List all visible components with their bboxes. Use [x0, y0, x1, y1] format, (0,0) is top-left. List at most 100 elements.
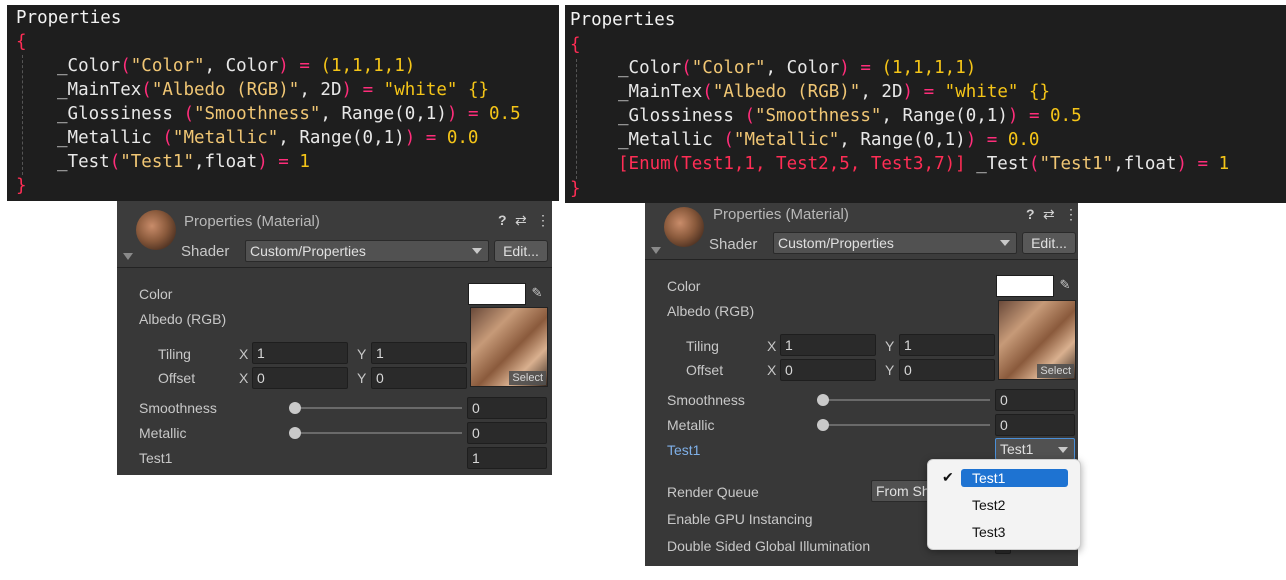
eyedropper-icon[interactable]: ✎	[1056, 276, 1074, 294]
property-name: _Color	[618, 58, 682, 78]
smoothness-slider-handle[interactable]	[289, 402, 301, 414]
paren: )	[1007, 106, 1019, 126]
left-material-inspector: Properties (Material) ? ⇄ ⋮ Shader Custo…	[117, 201, 552, 475]
metallic-field[interactable]: 0	[467, 422, 547, 444]
code-title: Properties	[570, 10, 676, 30]
menu-item-test3[interactable]: Test3	[972, 524, 1005, 540]
equals: =	[976, 130, 1008, 150]
display-name-string: "Color"	[691, 58, 766, 78]
albedo-texture-slot[interactable]: Select	[998, 300, 1076, 380]
texture-select-button[interactable]: Select	[509, 371, 546, 385]
display-name-string: "Color"	[130, 56, 205, 76]
code-line: _Color("Color", Color) = (1,1,1,1)	[618, 56, 976, 80]
display-name-string: "Metallic"	[733, 130, 840, 150]
inspector-title: Properties (Material)	[713, 206, 849, 223]
menu-item-test1[interactable]: Test1	[972, 470, 1005, 486]
paren: (	[183, 104, 194, 124]
paren: (	[681, 58, 692, 78]
property-name: _Color	[57, 56, 121, 76]
tiling-y-field[interactable]: 1	[899, 334, 995, 356]
property-type: , Range(0,1)	[881, 106, 1008, 126]
inspector-header: Properties (Material) ? ⇄ ⋮ Shader Custo…	[117, 201, 552, 268]
default-value: "white" {}	[944, 82, 1051, 102]
property-name: _Metallic	[618, 130, 724, 150]
smoothness-slider-track[interactable]	[294, 407, 462, 409]
default-value: (1,1,1,1)	[881, 58, 977, 78]
code-open-brace: {	[16, 32, 27, 52]
tiling-y-label: Y	[885, 338, 895, 354]
default-value: 0.0	[446, 128, 479, 148]
color-swatch[interactable]	[996, 275, 1054, 297]
context-menu-icon[interactable]: ⋮	[1064, 206, 1078, 223]
tiling-x-field[interactable]: 1	[780, 334, 876, 356]
right-code-panel: Properties { _Color("Color", Color) = (1…	[565, 5, 1286, 203]
tiling-y-field[interactable]: 1	[371, 342, 467, 364]
metallic-slider-track[interactable]	[822, 424, 990, 426]
material-preview-icon	[664, 207, 704, 247]
metallic-field[interactable]: 0	[995, 414, 1075, 436]
property-type: , Range(0,1)	[320, 104, 447, 124]
foldout-arrow-icon[interactable]	[123, 253, 133, 260]
tiling-label: Tiling	[686, 338, 719, 354]
gpu-instancing-label: Enable GPU Instancing	[667, 511, 813, 527]
eyedropper-icon[interactable]: ✎	[528, 284, 546, 302]
equals: =	[267, 152, 300, 172]
albedo-texture-slot[interactable]: Select	[470, 307, 548, 387]
preset-settings-icon[interactable]: ⇄	[515, 212, 527, 229]
smoothness-slider-track[interactable]	[822, 399, 990, 401]
left-code-panel: Properties { _Color("Color", Color) = (1…	[7, 5, 559, 201]
equals: =	[913, 82, 945, 102]
offset-x-field[interactable]: 0	[780, 359, 876, 381]
paren: )	[341, 80, 353, 100]
menu-item-test2[interactable]: Test2	[972, 497, 1005, 513]
tiling-x-field[interactable]: 1	[252, 342, 348, 364]
enum-dropdown-menu: ✔ Test1 Test2 Test3	[927, 459, 1081, 550]
tiling-label: Tiling	[158, 346, 191, 362]
offset-y-field[interactable]: 0	[899, 359, 995, 381]
code-title: Properties	[16, 8, 122, 28]
paren: )	[839, 58, 850, 78]
checkmark-icon: ✔	[942, 469, 954, 485]
shader-dropdown[interactable]: Custom/Properties	[245, 240, 489, 262]
paren: )	[965, 130, 977, 150]
smoothness-field[interactable]: 0	[995, 389, 1075, 411]
smoothness-field[interactable]: 0	[467, 397, 547, 419]
paren: )	[902, 82, 914, 102]
code-line: _Glossiness ("Smoothness", Range(0,1)) =…	[57, 102, 521, 126]
offset-y-field[interactable]: 0	[371, 367, 467, 389]
paren: (	[141, 80, 152, 100]
property-name: _Glossiness	[618, 106, 745, 126]
code-line: _Color("Color", Color) = (1,1,1,1)	[57, 54, 415, 78]
code-line: [Enum(Test1,1, Test2,5, Test3,7)] _Test(…	[618, 152, 1229, 176]
texture-select-button[interactable]: Select	[1037, 364, 1074, 378]
property-type: , 2D	[860, 82, 903, 102]
offset-x-field[interactable]: 0	[252, 367, 348, 389]
help-icon[interactable]: ?	[1026, 206, 1035, 222]
property-name: _Test	[57, 152, 110, 172]
foldout-arrow-icon[interactable]	[651, 247, 661, 254]
edit-shader-button[interactable]: Edit...	[494, 240, 548, 262]
preset-settings-icon[interactable]: ⇄	[1043, 206, 1055, 223]
shader-label: Shader	[709, 236, 758, 253]
edit-shader-button[interactable]: Edit...	[1022, 232, 1076, 254]
metallic-label: Metallic	[667, 417, 715, 433]
metallic-slider-track[interactable]	[294, 432, 462, 434]
offset-y-label: Y	[885, 362, 895, 378]
color-swatch[interactable]	[468, 283, 526, 305]
metallic-slider-handle[interactable]	[817, 419, 829, 431]
help-icon[interactable]: ?	[498, 212, 507, 228]
offset-label: Offset	[158, 370, 196, 386]
code-close-brace: }	[570, 179, 581, 199]
tiling-x-label: X	[767, 338, 777, 354]
shader-dropdown[interactable]: Custom/Properties	[773, 232, 1017, 254]
property-type: , Range(0,1)	[839, 130, 966, 150]
paren: (	[162, 128, 173, 148]
property-type: , Range(0,1)	[278, 128, 405, 148]
albedo-label: Albedo (RGB)	[667, 303, 755, 319]
test1-field[interactable]: 1	[467, 447, 547, 469]
context-menu-icon[interactable]: ⋮	[536, 212, 550, 229]
code-close-brace: }	[16, 176, 27, 196]
smoothness-slider-handle[interactable]	[817, 394, 829, 406]
metallic-slider-handle[interactable]	[289, 427, 301, 439]
equals: =	[1186, 154, 1219, 174]
